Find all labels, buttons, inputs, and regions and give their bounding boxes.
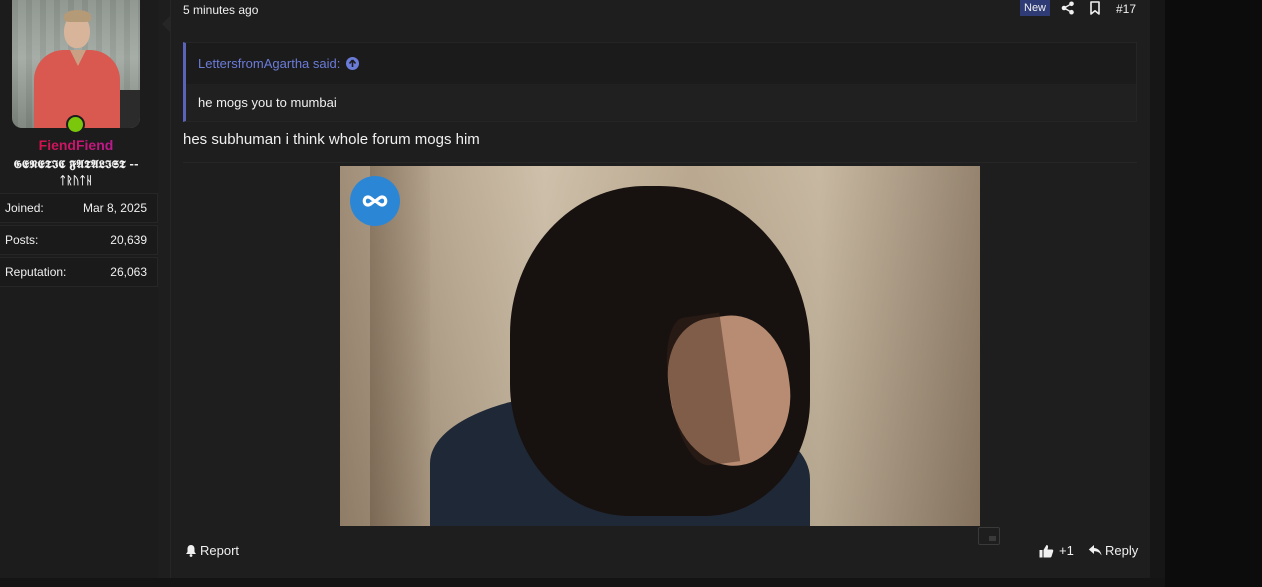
user-stats: Joined: Mar 8, 2025 Posts: 20,639 Reputa… [0, 193, 158, 289]
user-title: 𝕲𝕰𝕹𝕰𝕿𝕴𝕮 𝕱𝕬𝕿𝕬𝕷𝕴𝕾𝕿 -- ᛏᚱᚢᛏᚺ [0, 157, 152, 189]
forum-page: FiendFiend 𝕲𝕰𝕹𝕰𝕿𝕴𝕮 𝕱𝕬𝕿𝕬𝕷𝕴𝕾𝕿 -- ᛏᚱᚢᛏᚺ Joi… [0, 0, 1262, 587]
user-title-line1: 𝕲𝕰𝕹𝕰𝕿𝕴𝕮 𝕱𝕬𝕿𝕬𝕷𝕴𝕾𝕿 -- [13, 158, 139, 171]
like-button[interactable]: +1 [1039, 543, 1074, 558]
message-divider [183, 162, 1137, 163]
thumbs-up-icon [1039, 544, 1054, 557]
embedded-media[interactable] [340, 166, 980, 526]
column-divider [170, 0, 171, 578]
picture-in-picture-icon[interactable] [978, 527, 1000, 545]
stat-value: Mar 8, 2025 [82, 201, 147, 215]
stat-value[interactable]: 20,639 [110, 233, 147, 247]
report-button[interactable]: Report [185, 543, 239, 558]
stat-label: Joined: [5, 201, 44, 215]
post-container: FiendFiend 𝕲𝕰𝕹𝕰𝕿𝕴𝕮 𝕱𝕬𝕿𝕬𝕷𝕴𝕾𝕿 -- ᛏᚱᚢᛏᚺ Joi… [0, 0, 1150, 578]
stat-reputation: Reputation: 26,063 [0, 257, 158, 287]
bell-icon [186, 545, 196, 557]
like-count: +1 [1059, 543, 1074, 558]
quote-author[interactable]: LettersfromAgartha said: [198, 56, 340, 71]
stat-joined: Joined: Mar 8, 2025 [0, 193, 158, 223]
user-title-line2: ᛏᚱᚢᛏᚺ [59, 174, 93, 187]
stat-value: 26,063 [110, 265, 147, 279]
stat-label: Posts: [5, 233, 39, 247]
arrow-up-circle-icon[interactable] [346, 56, 360, 70]
quote-header[interactable]: LettersfromAgartha said: [186, 43, 1136, 83]
share-icon[interactable] [1061, 1, 1075, 15]
message-text: hes subhuman i think whole forum mogs hi… [183, 131, 480, 148]
stat-label: Reputation: [5, 265, 67, 279]
post-timestamp[interactable]: 5 minutes ago [183, 3, 258, 17]
new-badge: New [1020, 0, 1051, 16]
report-label: Report [200, 543, 240, 558]
stat-posts: Posts: 20,639 [0, 225, 158, 255]
post-edge [1150, 0, 1165, 587]
reply-label: Reply [1105, 543, 1139, 558]
right-gutter [1165, 0, 1262, 587]
message-arrow [162, 16, 170, 32]
avatar[interactable] [12, 0, 140, 128]
quote-body: he mogs you to mumbai [186, 84, 1136, 121]
reply-button[interactable]: Reply [1088, 543, 1138, 558]
username[interactable]: FiendFiend [0, 137, 152, 153]
bookmark-icon[interactable] [1088, 1, 1102, 15]
online-status-indicator [66, 115, 85, 134]
post-bottom-gap [0, 578, 1165, 587]
post-number-link[interactable]: #17 [1116, 2, 1136, 16]
user-column: FiendFiend 𝕲𝕰𝕹𝕰𝕿𝕴𝕮 𝕱𝕬𝕿𝕬𝕷𝕴𝕾𝕿 -- ᛏᚱᚢᛏᚺ Joi… [0, 0, 158, 578]
infinity-link-icon[interactable] [350, 176, 400, 226]
quote-block: LettersfromAgartha said: he mogs you to … [183, 42, 1137, 122]
reply-arrow-icon [1088, 545, 1102, 556]
